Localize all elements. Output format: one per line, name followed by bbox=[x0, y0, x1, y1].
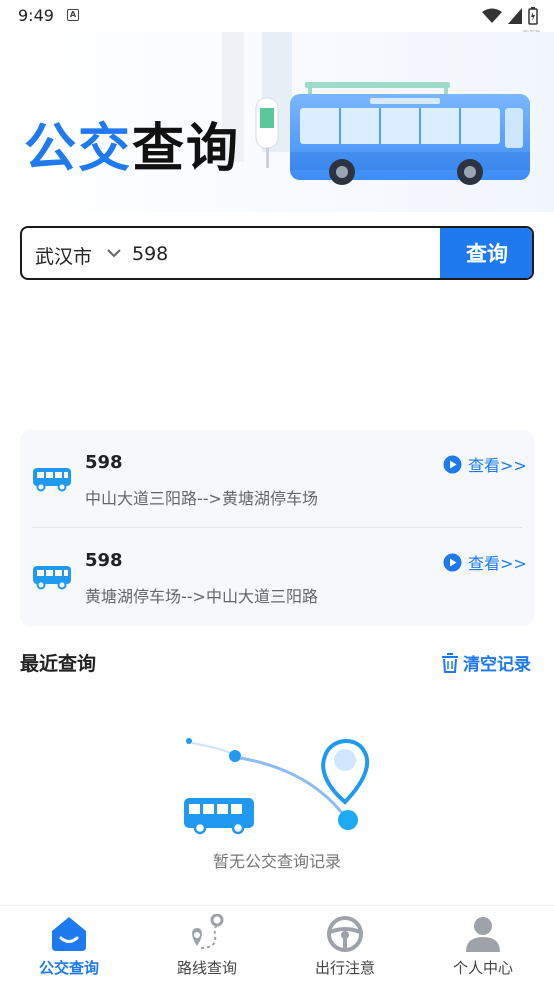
view-link-label: 查看>> bbox=[468, 554, 527, 573]
bus-icon bbox=[33, 468, 71, 492]
route-direction: 黄塘湖停车场-->中山大道三阳路 bbox=[85, 587, 318, 606]
nav-label: 公交查询 bbox=[38, 959, 99, 977]
wifi-icon bbox=[482, 8, 502, 23]
hero-banner: 公交查询 bbox=[0, 32, 554, 212]
nav-label: 路线查询 bbox=[176, 959, 237, 977]
status-time: 9:49 bbox=[18, 6, 54, 25]
nav-bus-query[interactable]: 公交查询 bbox=[0, 906, 138, 984]
nav-profile[interactable]: 个人中心 bbox=[414, 906, 552, 984]
route-icon bbox=[192, 914, 224, 949]
chevron-down-icon[interactable] bbox=[105, 244, 123, 262]
status-bar: 9:49 A 72 bbox=[0, 0, 554, 40]
search-input[interactable] bbox=[132, 240, 432, 268]
city-selector[interactable]: 武汉市 bbox=[35, 242, 92, 269]
search-button[interactable]: 查询 bbox=[440, 228, 532, 278]
title-part-dark: 查询 bbox=[132, 119, 241, 179]
view-link[interactable]: 查看>> bbox=[443, 550, 527, 574]
signal-icon bbox=[508, 8, 522, 24]
route-number: 598 bbox=[85, 452, 123, 473]
recent-title: 最近查询 bbox=[20, 653, 97, 675]
list-item[interactable]: 598 黄塘湖停车场-->中山大道三阳路 查看>> bbox=[20, 528, 534, 625]
trash-icon bbox=[442, 652, 458, 673]
empty-state-illustration bbox=[184, 738, 370, 835]
bus-icon bbox=[33, 566, 71, 590]
play-icon bbox=[443, 455, 462, 473]
nav-route-query[interactable]: 路线查询 bbox=[138, 906, 276, 984]
notification-icon: A bbox=[67, 9, 79, 21]
result-list: 598 中山大道三阳路-->黄塘湖停车场 查看>> 598 黄塘湖停车场-->中… bbox=[20, 430, 534, 626]
nav-travel-notice[interactable]: 出行注意 bbox=[276, 906, 414, 984]
search-box: 武汉市 查询 bbox=[20, 226, 534, 280]
view-link-label: 查看>> bbox=[468, 456, 527, 475]
play-icon bbox=[443, 553, 462, 571]
home-icon bbox=[52, 917, 86, 951]
route-number: 598 bbox=[85, 550, 123, 571]
route-direction: 中山大道三阳路-->黄塘湖停车场 bbox=[85, 489, 318, 508]
nav-label: 个人中心 bbox=[452, 959, 513, 977]
list-item[interactable]: 598 中山大道三阳路-->黄塘湖停车场 查看>> bbox=[20, 430, 534, 527]
battery-icon bbox=[528, 7, 538, 25]
empty-state-text: 暂无公交查询记录 bbox=[212, 852, 341, 871]
steering-wheel-icon bbox=[327, 916, 363, 952]
person-icon bbox=[466, 917, 500, 952]
view-link[interactable]: 查看>> bbox=[443, 452, 527, 476]
clear-history-label: 清空记录 bbox=[463, 655, 531, 675]
bottom-nav: 公交查询 路线查询 出行注意 个人中心 bbox=[0, 905, 554, 984]
clear-history-button[interactable]: 清空记录 bbox=[441, 650, 531, 675]
status-icons bbox=[482, 7, 538, 25]
title-part-blue: 公交 bbox=[24, 119, 133, 179]
nav-label: 出行注意 bbox=[314, 959, 375, 977]
page-title: 公交查询 bbox=[24, 106, 240, 181]
